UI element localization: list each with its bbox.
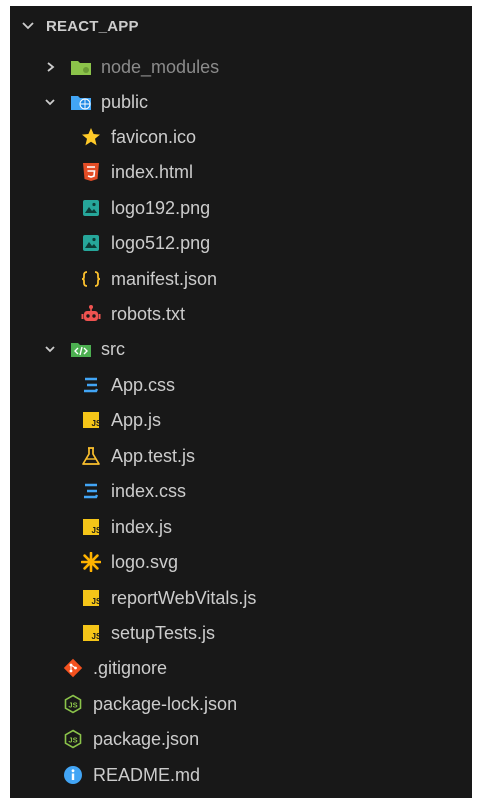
test-flask-icon: [80, 445, 102, 467]
tree-folder-src[interactable]: src: [10, 332, 472, 366]
svg-text:JS: JS: [92, 526, 101, 535]
tree-item-label: App.test.js: [111, 445, 196, 466]
tree-file-readme[interactable]: README.md: [10, 758, 472, 792]
tree-item-label: robots.txt: [111, 303, 186, 324]
js-icon: JS: [80, 622, 102, 644]
tree-item-label: manifest.json: [111, 268, 218, 289]
svg-text:JS: JS: [92, 419, 101, 428]
tree-file-app-js[interactable]: JS App.js: [10, 403, 472, 437]
folder-public-icon: [70, 91, 92, 113]
css-icon: [80, 374, 102, 396]
tree-item-label: public: [101, 91, 149, 112]
tree-item-label: README.md: [93, 764, 201, 785]
tree-file-index-css[interactable]: index.css: [10, 474, 472, 508]
tree-file-report-web-vitals[interactable]: JS reportWebVitals.js: [10, 581, 472, 615]
tree-file-gitignore[interactable]: .gitignore: [10, 651, 472, 685]
image-icon: [80, 232, 102, 254]
git-icon: [62, 657, 84, 679]
js-icon: JS: [80, 587, 102, 609]
js-icon: JS: [80, 409, 102, 431]
tree-file-package-lock[interactable]: JS package-lock.json: [10, 687, 472, 721]
svg-asterisk-icon: [80, 551, 102, 573]
svg-text:JS: JS: [68, 736, 77, 745]
chevron-down-icon[interactable]: [10, 6, 46, 46]
explorer-root-label: REACT_APP: [46, 17, 139, 35]
tree-file-logo192[interactable]: logo192.png: [10, 191, 472, 225]
explorer-panel: REACT_APP node_modules public favicon.ic…: [10, 6, 472, 798]
tree-item-label: node_modules: [101, 56, 220, 77]
tree-item-label: src: [101, 338, 125, 359]
robot-icon: [80, 303, 102, 325]
svg-text:JS: JS: [92, 597, 101, 606]
tree-item-label: App.js: [111, 409, 162, 430]
tree-item-label: .gitignore: [93, 657, 168, 678]
html5-icon: [80, 161, 102, 183]
tree-file-package-json[interactable]: JS package.json: [10, 722, 472, 756]
tree-file-logo512[interactable]: logo512.png: [10, 226, 472, 260]
tree-folder-public[interactable]: public: [10, 85, 472, 119]
tree-file-favicon[interactable]: favicon.ico: [10, 120, 472, 154]
tree-item-label: logo192.png: [111, 197, 211, 218]
tree-item-label: logo.svg: [111, 551, 179, 572]
tree-file-logo-svg[interactable]: logo.svg: [10, 545, 472, 579]
tree-item-label: logo512.png: [111, 232, 211, 253]
chevron-right-icon[interactable]: [40, 57, 60, 77]
tree-item-label: index.css: [111, 480, 187, 501]
nodejs-icon: JS: [62, 693, 84, 715]
tree-file-index-html[interactable]: index.html: [10, 155, 472, 189]
tree-file-index-js[interactable]: JS index.js: [10, 510, 472, 544]
tree-item-label: reportWebVitals.js: [111, 587, 257, 608]
svg-text:JS: JS: [68, 701, 77, 710]
tree-item-label: package.json: [93, 728, 200, 749]
tree-file-app-css[interactable]: App.css: [10, 368, 472, 402]
tree-item-label: favicon.ico: [111, 126, 197, 147]
tree-item-label: index.js: [111, 516, 173, 537]
star-icon: [80, 126, 102, 148]
json-braces-icon: [80, 268, 102, 290]
js-icon: JS: [80, 516, 102, 538]
folder-icon: [70, 56, 92, 78]
tree-file-setup-tests[interactable]: JS setupTests.js: [10, 616, 472, 650]
tree-item-label: index.html: [111, 161, 194, 182]
tree-file-robots[interactable]: robots.txt: [10, 297, 472, 331]
tree-file-manifest[interactable]: manifest.json: [10, 262, 472, 296]
chevron-down-icon[interactable]: [40, 339, 60, 359]
css-icon: [80, 480, 102, 502]
chevron-down-icon[interactable]: [40, 92, 60, 112]
tree-file-app-test-js[interactable]: App.test.js: [10, 439, 472, 473]
tree-item-label: setupTests.js: [111, 622, 216, 643]
tree-folder-node-modules[interactable]: node_modules: [10, 50, 472, 84]
image-icon: [80, 197, 102, 219]
folder-src-icon: [70, 338, 92, 360]
tree-item-label: App.css: [111, 374, 176, 395]
nodejs-icon: JS: [62, 728, 84, 750]
svg-text:JS: JS: [92, 632, 101, 641]
explorer-root-header[interactable]: REACT_APP: [10, 6, 472, 46]
info-icon: [62, 764, 84, 786]
tree-item-label: package-lock.json: [93, 693, 238, 714]
